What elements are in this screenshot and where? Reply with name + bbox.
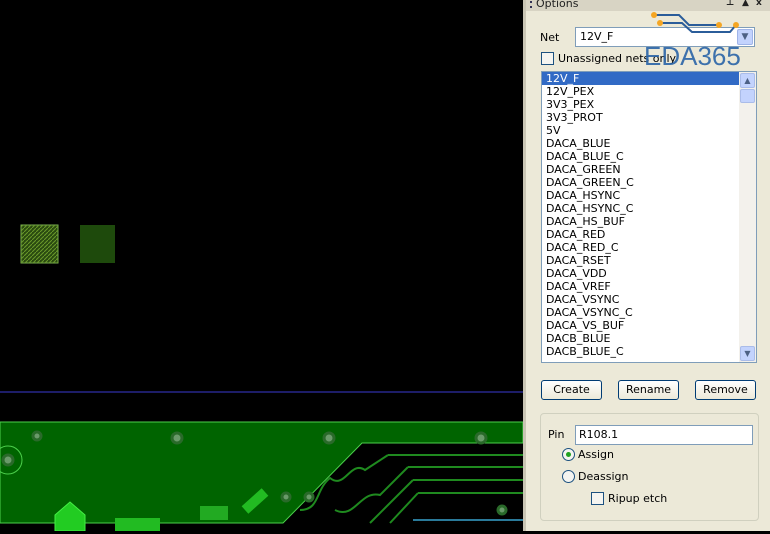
net-list-item[interactable]: DACA_RSET	[542, 254, 739, 267]
net-list-item[interactable]: DACA_RED	[542, 228, 739, 241]
close-icon[interactable]: x	[756, 0, 762, 8]
net-list-item[interactable]: DACA_HSYNC	[542, 189, 739, 202]
net-list-item[interactable]: 3V3_PEX	[542, 98, 739, 111]
ripup-checkbox[interactable]	[591, 492, 604, 505]
net-list-item[interactable]: DACA_GREEN_C	[542, 176, 739, 189]
pin-group: Pin R108.1 Assign Deassign Ripup etch	[540, 413, 759, 521]
panel-title: Options	[536, 0, 579, 10]
net-combobox[interactable]: 12V_F ▼	[575, 27, 755, 47]
unassigned-checkbox[interactable]	[541, 52, 554, 65]
panel-title-bar: Options ⊥ ▲ x	[526, 0, 770, 11]
pcb-canvas[interactable]	[0, 0, 524, 532]
net-list-item[interactable]: DACB_BLUE	[542, 332, 739, 345]
net-value: 12V_F	[580, 30, 614, 43]
pin-label: Pin	[548, 428, 565, 441]
create-button[interactable]: Create	[541, 380, 602, 400]
net-list-item[interactable]: 12V_PEX	[542, 85, 739, 98]
net-list-item[interactable]: DACA_VSYNC_C	[542, 306, 739, 319]
net-list-item[interactable]: DACA_VSYNC	[542, 293, 739, 306]
scroll-down-icon[interactable]: ▼	[740, 346, 755, 361]
ripup-label: Ripup etch	[608, 492, 668, 505]
copper-pour	[0, 421, 524, 524]
net-list-item[interactable]: DACA_GREEN	[542, 163, 739, 176]
net-list-item[interactable]: DACA_VREF	[542, 280, 739, 293]
net-list-item[interactable]: DACA_HSYNC_C	[542, 202, 739, 215]
options-panel: Options ⊥ ▲ x Net 12V_F ▼ Unassigned net…	[523, 0, 770, 531]
assign-label: Assign	[578, 448, 614, 461]
net-list-item[interactable]: DACA_RED_C	[542, 241, 739, 254]
scrollbar[interactable]: ▲ ▼	[739, 72, 756, 362]
pad	[80, 225, 115, 263]
scroll-thumb[interactable]	[740, 89, 755, 103]
net-list-item[interactable]: DACA_BLUE	[542, 137, 739, 150]
net-label: Net	[540, 31, 560, 44]
assign-radio[interactable]	[562, 448, 575, 461]
net-list-item[interactable]: DACA_VS_BUF	[542, 319, 739, 332]
rename-button[interactable]: Rename	[618, 380, 679, 400]
net-list-item[interactable]: 12V_F	[542, 72, 739, 85]
net-list-item[interactable]: 5V	[542, 124, 739, 137]
remove-button[interactable]: Remove	[695, 380, 756, 400]
deassign-radio[interactable]	[562, 470, 575, 483]
collapse-icon[interactable]: ▲	[742, 0, 749, 8]
grip-icon	[530, 1, 532, 8]
net-list-item[interactable]: DACA_HS_BUF	[542, 215, 739, 228]
net-listbox[interactable]: ▲ ▼ 12V_F 12V_PEX 3V3_PEX 3V3_PROT 5V DACA_BL…	[541, 71, 757, 363]
net-list-item[interactable]: 3V3_PROT	[542, 111, 739, 124]
unassigned-label: Unassigned nets only	[558, 52, 677, 65]
pin-icon[interactable]: ⊥	[726, 0, 734, 8]
pin-input[interactable]: R108.1	[575, 425, 753, 445]
scroll-up-icon[interactable]: ▲	[740, 73, 755, 88]
deassign-label: Deassign	[578, 470, 629, 483]
net-list-item[interactable]: DACA_VDD	[542, 267, 739, 280]
net-list-item[interactable]: DACB_BLUE_C	[542, 345, 739, 358]
pcb-layout	[0, 224, 524, 532]
net-list-item[interactable]: DACA_BLUE_C	[542, 150, 739, 163]
chevron-down-icon[interactable]: ▼	[737, 29, 753, 45]
